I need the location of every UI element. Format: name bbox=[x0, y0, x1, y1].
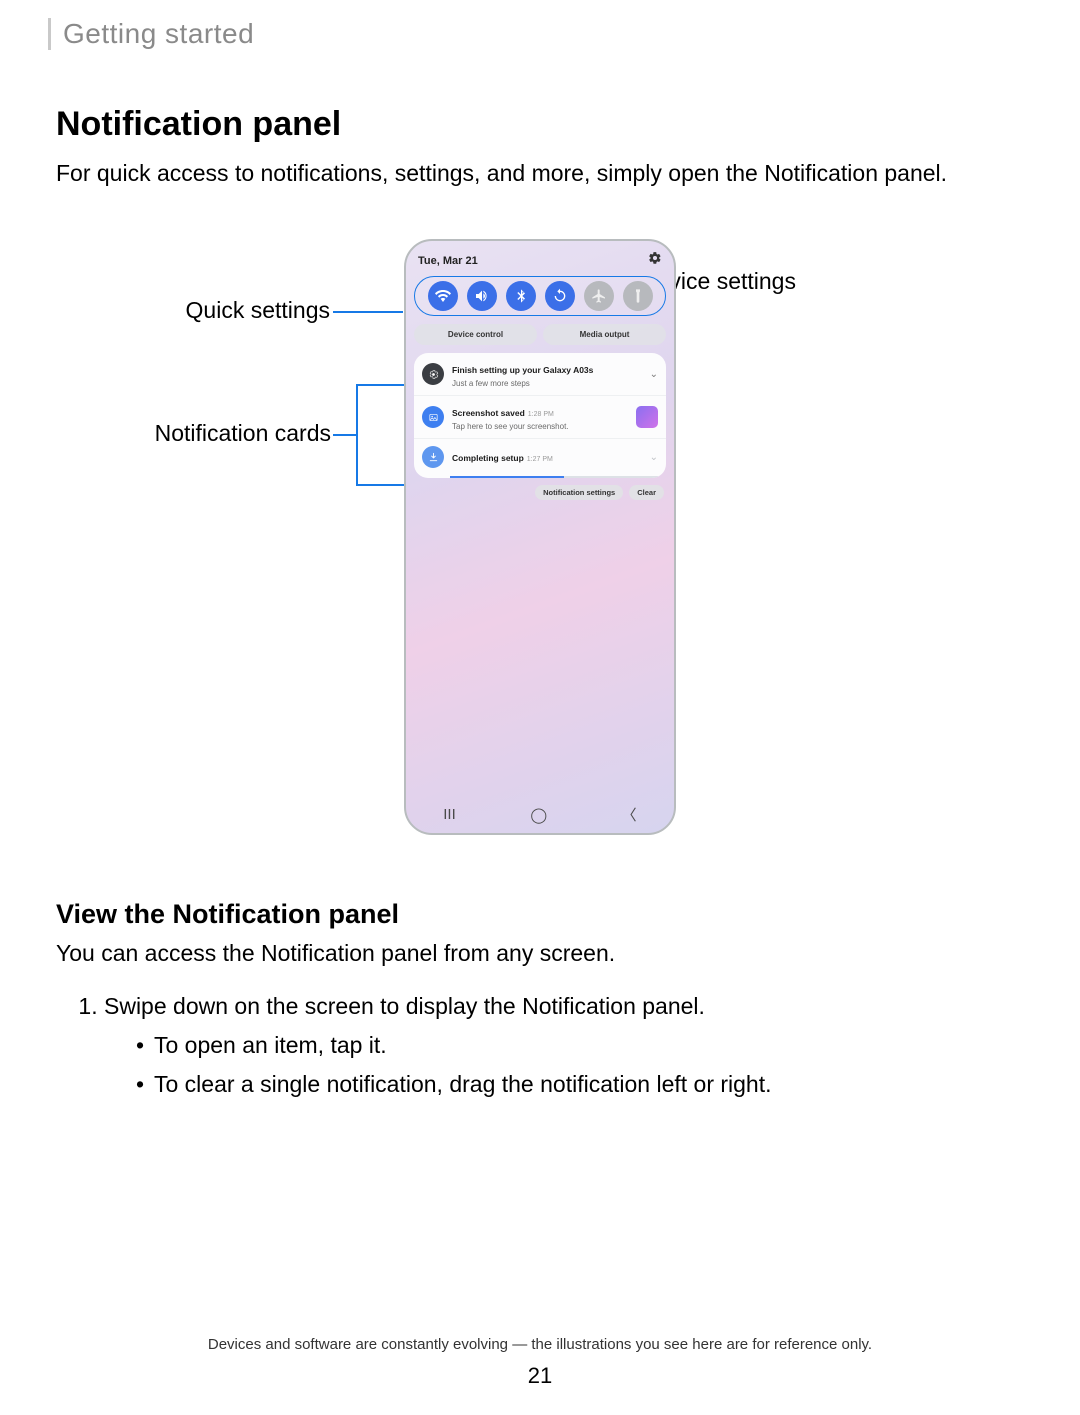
gear-icon[interactable] bbox=[648, 251, 662, 270]
card-text: Finish setting up your Galaxy A03s Just … bbox=[452, 360, 642, 388]
card-time: 1:28 PM bbox=[528, 411, 554, 418]
leader-line bbox=[356, 384, 358, 484]
notification-settings-button[interactable]: Notification settings bbox=[535, 485, 623, 500]
label-notification-cards: Notification cards bbox=[118, 420, 331, 447]
bullet-item: To clear a single notification, drag the… bbox=[136, 1071, 1024, 1098]
card-time: 1:27 PM bbox=[527, 456, 553, 463]
card-text: Screenshot saved1:28 PM Tap here to see … bbox=[452, 403, 628, 431]
notification-card[interactable]: Completing setup1:27 PM ⌄ bbox=[414, 439, 666, 478]
phone-mockup: Tue, Mar 21 Device control Media output bbox=[404, 239, 676, 835]
section-heading: View the Notification panel bbox=[56, 899, 1024, 930]
clear-button[interactable]: Clear bbox=[629, 485, 664, 500]
illustration: Device settings Quick settings Notificat… bbox=[56, 239, 1024, 859]
leader-line bbox=[333, 311, 403, 313]
card-title: Screenshot saved bbox=[452, 408, 525, 418]
download-icon bbox=[422, 446, 444, 468]
page-title: Notification panel bbox=[56, 105, 1024, 144]
recents-icon[interactable]: III bbox=[443, 806, 456, 823]
wifi-icon[interactable] bbox=[428, 281, 458, 311]
airplane-icon[interactable] bbox=[584, 281, 614, 311]
bullet-item: To open an item, tap it. bbox=[136, 1032, 1024, 1059]
chevron-down-icon[interactable]: ⌄ bbox=[650, 369, 658, 380]
page-number: 21 bbox=[0, 1363, 1080, 1389]
card-subtitle: Just a few more steps bbox=[452, 379, 642, 388]
breadcrumb-text: Getting started bbox=[63, 18, 1080, 50]
screenshot-thumbnail bbox=[636, 406, 658, 428]
flashlight-icon[interactable] bbox=[623, 281, 653, 311]
progress-bar bbox=[450, 476, 658, 478]
home-icon[interactable]: ◯ bbox=[530, 806, 547, 824]
card-subtitle: Tap here to see your screenshot. bbox=[452, 422, 628, 431]
step-item: Swipe down on the screen to display the … bbox=[104, 993, 1024, 1098]
gear-icon bbox=[422, 363, 444, 385]
chevron-down-icon[interactable]: ⌄ bbox=[650, 452, 658, 463]
notification-actions: Notification settings Clear bbox=[406, 485, 664, 500]
status-bar: Tue, Mar 21 bbox=[406, 241, 674, 276]
card-title: Finish setting up your Galaxy A03s bbox=[452, 365, 593, 375]
intro-text: For quick access to notifications, setti… bbox=[56, 158, 1024, 189]
leader-line bbox=[333, 434, 357, 436]
notification-card[interactable]: Screenshot saved1:28 PM Tap here to see … bbox=[414, 396, 666, 439]
notification-cards: Finish setting up your Galaxy A03s Just … bbox=[414, 353, 666, 478]
card-title: Completing setup bbox=[452, 453, 524, 463]
footer-note: Devices and software are constantly evol… bbox=[0, 1336, 1080, 1353]
status-date: Tue, Mar 21 bbox=[418, 255, 478, 267]
rotate-icon[interactable] bbox=[545, 281, 575, 311]
card-text: Completing setup1:27 PM bbox=[452, 448, 642, 466]
quick-settings-row bbox=[414, 276, 666, 316]
media-output-button[interactable]: Media output bbox=[543, 324, 666, 345]
control-pills: Device control Media output bbox=[414, 324, 666, 345]
nav-bar: III ◯ 〈 bbox=[406, 804, 674, 825]
bullet-list: To open an item, tap it. To clear a sing… bbox=[136, 1032, 1024, 1098]
bluetooth-icon[interactable] bbox=[506, 281, 536, 311]
sound-icon[interactable] bbox=[467, 281, 497, 311]
steps-list: Swipe down on the screen to display the … bbox=[104, 993, 1024, 1098]
step-text: Swipe down on the screen to display the … bbox=[104, 993, 705, 1019]
image-icon bbox=[422, 406, 444, 428]
device-control-button[interactable]: Device control bbox=[414, 324, 537, 345]
label-quick-settings: Quick settings bbox=[150, 297, 330, 324]
notification-card[interactable]: Finish setting up your Galaxy A03s Just … bbox=[414, 353, 666, 396]
section-intro: You can access the Notification panel fr… bbox=[56, 940, 1024, 967]
main-content: Notification panel For quick access to n… bbox=[56, 105, 1024, 1098]
back-icon[interactable]: 〈 bbox=[622, 804, 637, 825]
breadcrumb: Getting started bbox=[48, 18, 1080, 50]
